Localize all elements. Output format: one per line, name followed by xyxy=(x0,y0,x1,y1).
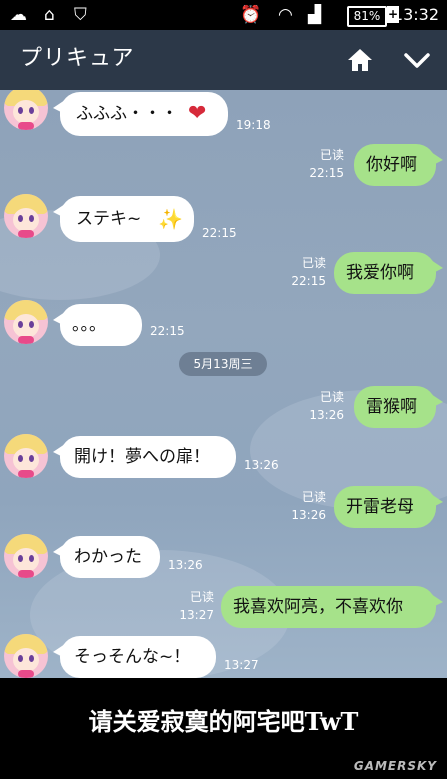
read-receipt: 已读 xyxy=(301,256,326,270)
message-time: 13:26 xyxy=(244,458,279,472)
message-time: 22:15 xyxy=(202,226,237,240)
read-receipt: 已读 xyxy=(189,590,214,604)
message-text: 你好啊 xyxy=(366,155,417,175)
chat-area[interactable]: ふふふ・・・ ❤ 19:18 已读 22:15 你好啊 ステキ~ ✨ 22:15… xyxy=(0,90,447,678)
shield-icon: ⛉ xyxy=(74,5,87,25)
message-text: 我爱你啊 xyxy=(346,263,414,283)
contact-avatar[interactable] xyxy=(4,90,48,130)
message-bubble-outgoing[interactable]: 雷猴啊 xyxy=(354,386,443,428)
message-text: 开雷老母 xyxy=(346,497,414,517)
chat-title: プリキュア xyxy=(20,46,135,71)
message-time: 22:15 xyxy=(309,166,344,180)
wifi-icon: ◠ xyxy=(278,5,293,25)
message-time: 13:26 xyxy=(291,508,326,522)
contact-avatar[interactable] xyxy=(4,434,48,478)
message-bubble-outgoing[interactable]: 开雷老母 xyxy=(334,486,443,528)
message-time: 22:15 xyxy=(291,274,326,288)
sparkle-emoji-icon: ✨ xyxy=(158,207,183,231)
message-time: 19:18 xyxy=(236,118,271,132)
chevron-down-icon xyxy=(404,53,430,68)
message-time: 13:26 xyxy=(309,408,344,422)
message-bubble-incoming[interactable]: 開け！夢への扉！ xyxy=(53,436,236,478)
message-bubble-incoming[interactable]: そっそんな~！ xyxy=(53,636,216,678)
caption-text: 请关爱寂寞的阿宅吧TwT xyxy=(88,707,359,736)
message-text: 雷猴啊 xyxy=(366,397,417,417)
battery-indicator: 81% xyxy=(347,6,387,27)
message-text: 開け！夢への扉！ xyxy=(74,447,210,467)
chat-header: プリキュア xyxy=(0,30,447,90)
message-bubble-incoming[interactable]: ふふふ・・・ ❤ xyxy=(53,92,228,136)
contact-avatar[interactable] xyxy=(4,194,48,238)
home-shield-icon: ⌂ xyxy=(44,5,55,25)
message-text: 我喜欢阿亮，不喜欢你 xyxy=(233,597,403,617)
contact-avatar[interactable] xyxy=(4,534,48,578)
message-time: 22:15 xyxy=(150,324,185,338)
home-icon xyxy=(348,49,372,71)
status-time: 13:32 xyxy=(392,5,439,24)
message-text: そっそんな~！ xyxy=(74,647,191,667)
message-text: ステキ~ xyxy=(76,209,142,229)
message-text: ふふふ・・・ xyxy=(76,104,178,124)
message-bubble-outgoing[interactable]: 我爱你啊 xyxy=(334,252,443,294)
message-time: 13:27 xyxy=(224,658,259,672)
contact-avatar[interactable] xyxy=(4,300,48,344)
contact-avatar[interactable] xyxy=(4,634,48,678)
message-time: 13:27 xyxy=(179,608,214,622)
caption-area: 请关爱寂寞的阿宅吧TwT GAMERSKY xyxy=(0,678,447,779)
read-receipt: 已读 xyxy=(301,490,326,504)
date-separator: 5月13周三 xyxy=(179,352,267,376)
message-text: わかった xyxy=(74,547,142,567)
home-button[interactable] xyxy=(344,44,376,76)
status-bar: ☁ ⌂ ⛉ ⏰ ◠ ▟ 81% + 13:32 xyxy=(0,0,447,30)
alarm-icon: ⏰ xyxy=(240,5,262,25)
message-bubble-outgoing[interactable]: 我喜欢阿亮，不喜欢你 xyxy=(221,586,443,628)
message-text: 。。。 xyxy=(72,315,106,335)
cloud-icon: ☁ xyxy=(10,5,27,25)
message-bubble-incoming[interactable]: わかった xyxy=(53,536,160,578)
read-receipt: 已读 xyxy=(319,390,344,404)
signal-icon: ▟ xyxy=(308,5,322,25)
message-bubble-outgoing[interactable]: 你好啊 xyxy=(354,144,443,186)
message-bubble-incoming[interactable]: 。。。 xyxy=(53,304,142,346)
message-time: 13:26 xyxy=(168,558,203,572)
watermark: GAMERSKY xyxy=(353,759,437,773)
dropdown-button[interactable] xyxy=(400,44,434,76)
read-receipt: 已读 xyxy=(319,148,344,162)
message-bubble-incoming[interactable]: ステキ~ ✨ xyxy=(53,196,194,242)
heart-emoji-icon: ❤ xyxy=(188,101,207,126)
